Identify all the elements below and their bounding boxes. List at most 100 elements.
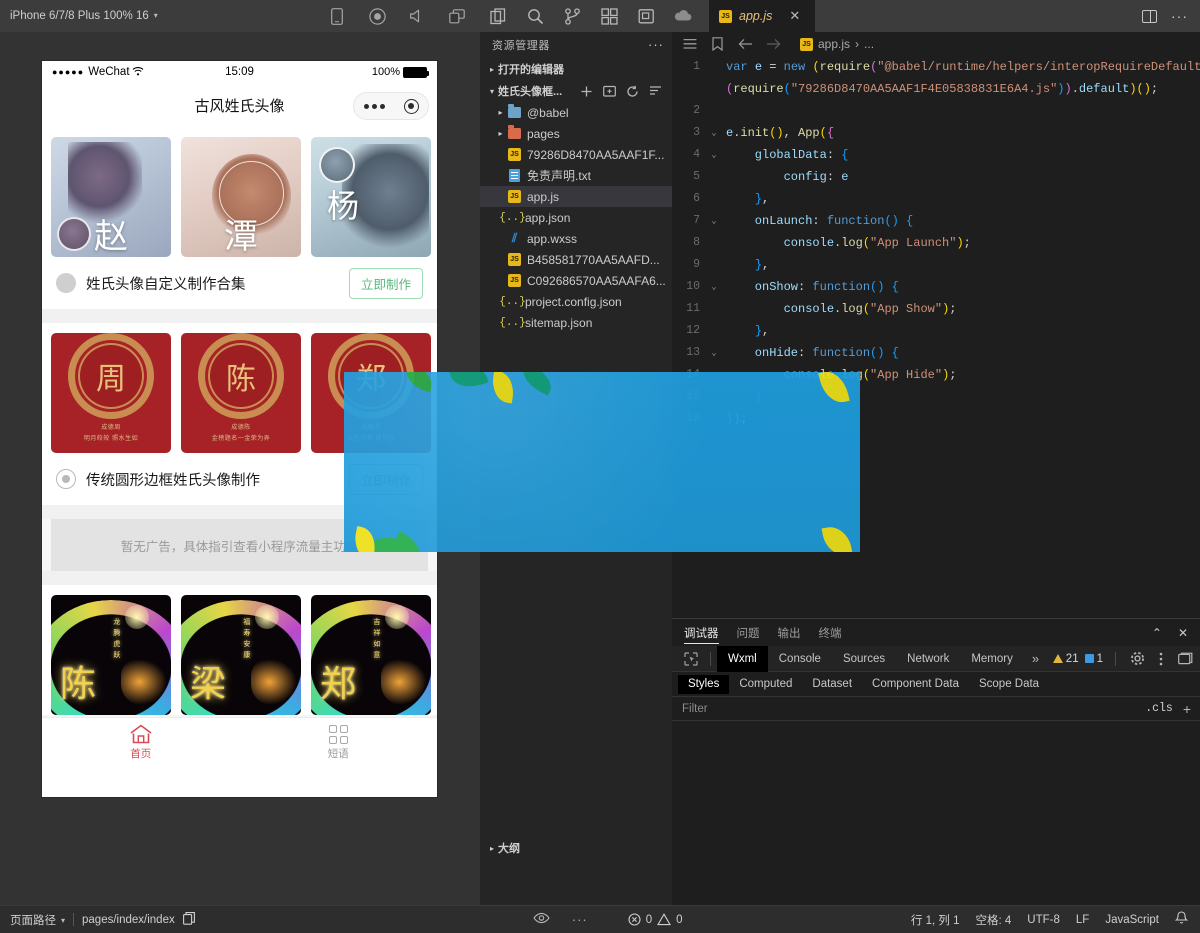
file-row-disclaimer-txt[interactable]: 免责声明.txt: [480, 165, 672, 186]
split-editor-icon[interactable]: [1142, 10, 1157, 23]
collapse-panel-icon[interactable]: ⌃: [1152, 626, 1162, 640]
indent-setting[interactable]: 空格: 4: [976, 912, 1012, 928]
tab-phrases[interactable]: 短语: [240, 718, 438, 767]
more-dots-icon[interactable]: [364, 104, 385, 109]
editor-tab-app-js[interactable]: JS app.js ✕: [709, 0, 815, 32]
styles-tab-component-data[interactable]: Component Data: [862, 675, 969, 694]
list-item[interactable]: 郑 吉祥如意: [311, 595, 431, 715]
page-path-label[interactable]: 页面路径▾: [10, 912, 65, 928]
file-row-babel[interactable]: ▸ @babel: [480, 102, 672, 123]
file-row-sitemap[interactable]: {..} sitemap.json: [480, 312, 672, 333]
file-row-js-1[interactable]: JS 79286D8470AA5AAF1F...: [480, 144, 672, 165]
record-icon[interactable]: [368, 7, 386, 25]
devtools-tab-wxml[interactable]: Wxml: [717, 646, 768, 672]
search-icon[interactable]: [525, 6, 545, 26]
wechat-capsule[interactable]: [353, 92, 429, 120]
close-panel-icon[interactable]: ✕: [1178, 626, 1188, 640]
file-row-app-json[interactable]: {..} app.json: [480, 207, 672, 228]
collapse-all-icon[interactable]: [648, 84, 662, 98]
tab-problems[interactable]: 问题: [737, 619, 760, 646]
new-folder-icon[interactable]: [602, 84, 616, 98]
list-item[interactable]: [311, 137, 431, 257]
windows-icon[interactable]: [448, 7, 466, 25]
section-project-root[interactable]: ▾ 姓氏头像框...: [480, 80, 672, 102]
fold-chevron-icon[interactable]: ⌄: [706, 122, 722, 144]
file-row-app-js[interactable]: JS app.js: [480, 186, 672, 207]
fold-chevron-icon[interactable]: ⌄: [706, 144, 722, 166]
fold-chevron-icon[interactable]: ⌄: [706, 342, 722, 364]
js-file-icon: JS: [800, 38, 813, 51]
bookmark-icon[interactable]: [710, 37, 725, 52]
forward-arrow-icon[interactable]: [766, 37, 781, 52]
styles-tab-styles[interactable]: Styles: [678, 675, 729, 694]
styles-tab-dataset[interactable]: Dataset: [802, 675, 862, 694]
tab-debugger[interactable]: 调试器: [684, 619, 719, 646]
eol-setting[interactable]: LF: [1076, 914, 1089, 926]
tab-output[interactable]: 输出: [778, 619, 801, 646]
breadcrumb-file[interactable]: JS app.js › ...: [800, 37, 874, 51]
breadcrumb-more[interactable]: ...: [864, 37, 874, 51]
devtools-overflow-icon[interactable]: »: [1024, 651, 1047, 666]
back-arrow-icon[interactable]: [738, 37, 753, 52]
fold-chevron-icon[interactable]: ⌄: [706, 210, 722, 232]
kebab-menu-icon[interactable]: [1152, 650, 1170, 668]
styles-tab-scope-data[interactable]: Scope Data: [969, 675, 1049, 694]
list-item[interactable]: 周 成德周 明月皎皎 照水生如: [51, 333, 171, 453]
devtools-tab-network[interactable]: Network: [896, 646, 960, 672]
file-row-app-wxss[interactable]: ⫽ app.wxss: [480, 228, 672, 249]
list-item[interactable]: 梁 福寿安康: [181, 595, 301, 715]
language-mode[interactable]: JavaScript: [1105, 914, 1159, 926]
bell-icon[interactable]: [1175, 911, 1188, 928]
dragged-image-overlay[interactable]: [344, 372, 860, 552]
file-row-js-2[interactable]: JS B458581770AA5AAFD...: [480, 249, 672, 270]
filter-input[interactable]: Filter: [672, 703, 1145, 715]
status-more-icon[interactable]: ···: [572, 917, 588, 923]
styles-tab-computed[interactable]: Computed: [729, 675, 802, 694]
section-outline[interactable]: ▸ 大纲: [480, 837, 672, 859]
device-selector[interactable]: iPhone 6/7/8 Plus 100% 16▾: [10, 10, 158, 22]
file-row-pages[interactable]: ▸ pages: [480, 123, 672, 144]
explorer-icon[interactable]: [488, 6, 508, 26]
source-control-icon[interactable]: [562, 6, 582, 26]
cloud-icon[interactable]: [673, 6, 693, 26]
list-item[interactable]: 陈 龙腾虎跃: [51, 595, 171, 715]
more-actions-icon[interactable]: ···: [1171, 12, 1188, 20]
phone-icon[interactable]: [328, 7, 346, 25]
settings-gear-icon[interactable]: [1128, 650, 1146, 668]
add-rule-button[interactable]: +: [1183, 701, 1200, 717]
outline-icon[interactable]: [682, 37, 697, 52]
list-item[interactable]: [51, 137, 171, 257]
fold-chevron-icon[interactable]: ⌄: [706, 276, 722, 298]
cursor-position[interactable]: 行 1, 列 1: [911, 912, 960, 928]
eye-icon[interactable]: [533, 912, 550, 927]
encoding-setting[interactable]: UTF-8: [1027, 914, 1060, 926]
list-item[interactable]: [181, 137, 301, 257]
warning-count[interactable]: 21: [1053, 653, 1079, 665]
new-file-icon[interactable]: [579, 84, 593, 98]
close-icon[interactable]: ✕: [789, 8, 800, 24]
target-icon[interactable]: [404, 99, 419, 114]
file-row-js-3[interactable]: JS C092686570AA5AAFA6...: [480, 270, 672, 291]
copy-icon[interactable]: [183, 912, 195, 928]
volume-icon[interactable]: [408, 7, 426, 25]
refresh-icon[interactable]: [625, 84, 639, 98]
dock-side-icon[interactable]: [1176, 650, 1194, 668]
cls-button[interactable]: .cls: [1145, 702, 1183, 715]
tab-home[interactable]: 首页: [42, 718, 240, 767]
debug-icon[interactable]: [636, 6, 656, 26]
file-row-project-config[interactable]: {..} project.config.json: [480, 291, 672, 312]
explorer-more-icon[interactable]: ···: [648, 42, 664, 48]
extensions-icon[interactable]: [599, 6, 619, 26]
info-count[interactable]: 1: [1085, 653, 1103, 665]
chevron-right-icon[interactable]: ▸: [494, 129, 507, 138]
inspect-element-icon[interactable]: [678, 646, 704, 672]
section-open-editors[interactable]: ▸ 打开的编辑器: [480, 58, 672, 80]
tab-terminal[interactable]: 终端: [819, 619, 842, 646]
make-now-button[interactable]: 立即制作: [349, 268, 423, 299]
devtools-tab-sources[interactable]: Sources: [832, 646, 896, 672]
devtools-tab-console[interactable]: Console: [768, 646, 832, 672]
list-item[interactable]: 陈 成德陈 金榜题名一金荣为弄: [181, 333, 301, 453]
devtools-tab-memory[interactable]: Memory: [960, 646, 1024, 672]
problems-indicator[interactable]: 0 0: [628, 913, 683, 926]
chevron-right-icon[interactable]: ▸: [494, 108, 507, 117]
